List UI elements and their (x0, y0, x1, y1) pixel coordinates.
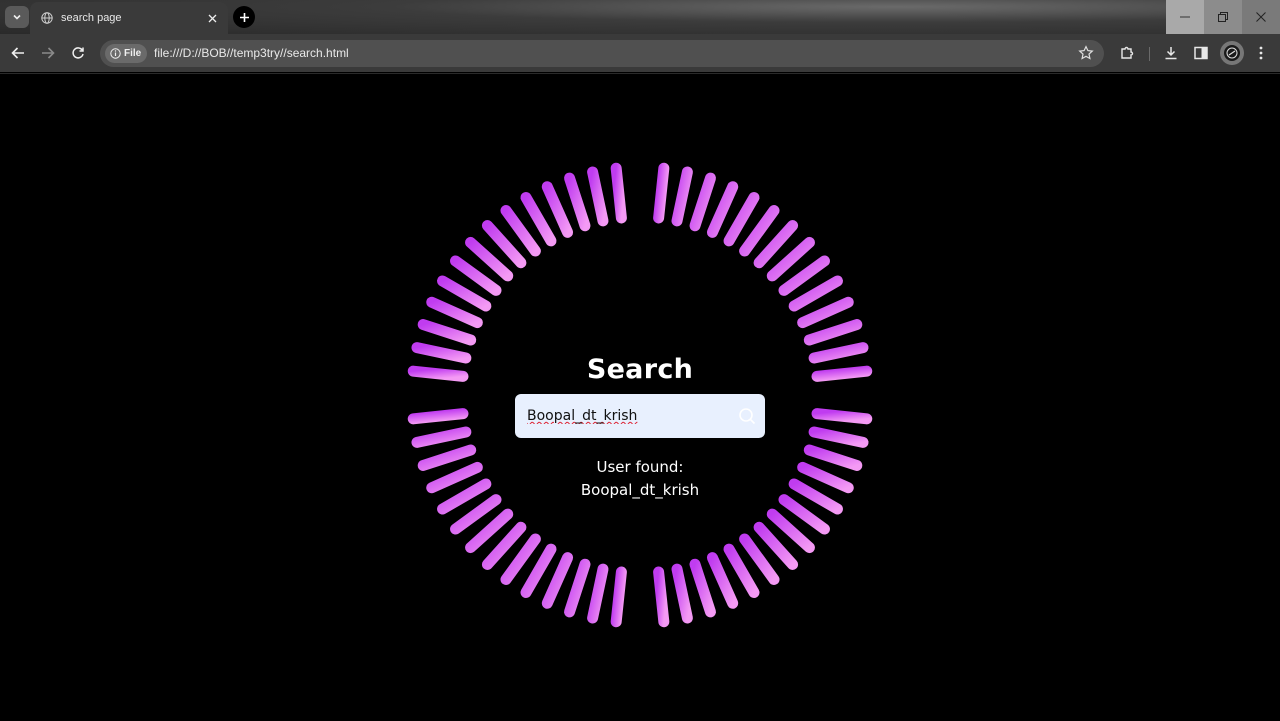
profile-avatar-button[interactable] (1220, 41, 1244, 65)
browser-titlebar: search page (0, 0, 1280, 34)
tab-title: search page (61, 12, 122, 24)
ring-bar (426, 296, 483, 329)
minimize-button[interactable] (1166, 0, 1204, 34)
ring-bar (811, 365, 873, 382)
ring-bar (610, 162, 627, 224)
reload-icon (72, 47, 84, 59)
new-tab-button[interactable] (233, 6, 255, 28)
extensions-button[interactable] (1116, 42, 1138, 64)
window-controls (1166, 0, 1280, 34)
ring-bar (564, 558, 591, 618)
result-username: Boopal_dt_krish (580, 481, 700, 499)
close-icon (1256, 12, 1266, 22)
ring-bar (653, 566, 670, 628)
search-box (515, 394, 765, 438)
ring-bar (407, 365, 469, 382)
search-icon[interactable] (738, 407, 756, 425)
globe-icon (41, 12, 53, 24)
arrow-left-icon (11, 47, 24, 59)
avatar-icon (1224, 45, 1240, 61)
chevron-down-icon (13, 14, 21, 20)
ring-bar (610, 566, 627, 628)
arrow-right-icon (42, 47, 55, 59)
ring-bar (587, 166, 609, 227)
minimize-icon (1180, 16, 1190, 18)
ring-bar (426, 461, 483, 494)
ring-bar (671, 563, 693, 624)
browser-toolbar: File file:///D://BOB//temp3try//search.h… (0, 34, 1280, 72)
url-text[interactable]: file:///D://BOB//temp3try//search.html (154, 46, 349, 60)
tab-search-dropdown-button[interactable] (5, 6, 29, 28)
tab-close-button[interactable] (204, 10, 220, 26)
toolbar-separator (1149, 47, 1150, 61)
ring-bar (541, 552, 574, 609)
ring-bar (411, 342, 472, 364)
ring-bar (417, 319, 477, 346)
restore-icon (1218, 12, 1228, 22)
ring-bar (587, 563, 609, 624)
info-icon (110, 48, 121, 59)
ring-bar (689, 172, 716, 232)
search-result: User found: Boopal_dt_krish (520, 456, 760, 502)
plus-icon (239, 12, 249, 22)
ring-bar (653, 162, 670, 224)
ring-bar (803, 319, 863, 346)
result-status: User found: (596, 458, 684, 476)
ring-bar (797, 296, 854, 329)
search-heading: Search (586, 354, 694, 385)
side-panel-icon (1194, 46, 1208, 60)
downloads-button[interactable] (1160, 42, 1182, 64)
ring-bar (808, 342, 869, 364)
ring-bar (564, 172, 591, 232)
puzzle-icon (1121, 46, 1134, 59)
kebab-menu-icon (1259, 46, 1263, 60)
site-info-chip[interactable]: File (105, 44, 147, 63)
ring-bar (808, 426, 869, 448)
search-input[interactable] (527, 406, 727, 426)
browser-menu-button[interactable] (1250, 42, 1272, 64)
ring-bar (411, 426, 472, 448)
bookmark-star-icon[interactable] (1078, 45, 1094, 61)
ring-bar (797, 461, 854, 494)
reload-button[interactable] (67, 42, 89, 64)
site-info-label: File (124, 48, 142, 59)
forward-button[interactable] (37, 42, 59, 64)
browser-tab-active[interactable]: search page (30, 2, 228, 34)
side-panel-button[interactable] (1190, 42, 1212, 64)
ring-bar (811, 408, 873, 425)
download-icon (1165, 47, 1177, 60)
ring-bar (407, 408, 469, 425)
ring-bar (803, 444, 863, 471)
ring-bar (671, 166, 693, 227)
ring-bar (417, 444, 477, 471)
ring-bar (689, 558, 716, 618)
ring-bar (706, 552, 739, 609)
address-bar[interactable]: File file:///D://BOB//temp3try//search.h… (100, 40, 1104, 67)
close-icon (208, 14, 216, 22)
close-window-button[interactable] (1242, 0, 1280, 34)
back-button[interactable] (7, 42, 29, 64)
restore-button[interactable] (1204, 0, 1242, 34)
ring-bar (541, 181, 574, 238)
ring-bar (706, 181, 739, 238)
